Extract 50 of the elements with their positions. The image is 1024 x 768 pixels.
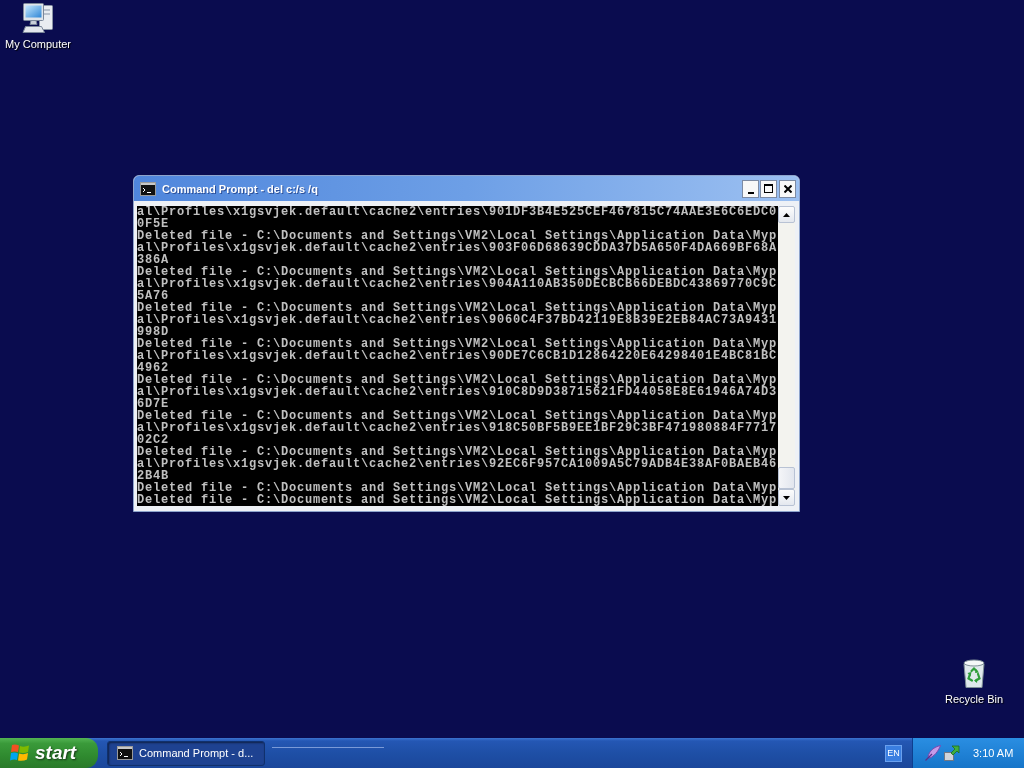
- close-icon: [783, 184, 792, 193]
- console-line: Deleted file - C:\Documents and Settings\VM2\Local Settings\Application Data\Myp: [137, 446, 778, 458]
- console-line: al\Profiles\x1gsvjek.default\cache2\entries\901DF3B4E525CEF467815C74AAE3E6C6EDC0: [137, 206, 778, 218]
- minimize-button[interactable]: [742, 179, 759, 198]
- console-line: Deleted file - C:\Documents and Settings\VM2\Local Settings\Application Data\Myp: [137, 494, 778, 506]
- window-icon: [140, 181, 156, 196]
- console-line: 386A: [137, 254, 169, 266]
- maximize-icon: [764, 184, 773, 193]
- feather-icon[interactable]: [925, 745, 941, 761]
- console-line: al\Profiles\x1gsvjek.default\cache2\entries\90DE7C6CB1D12864220E64298401E4BC81BC: [137, 350, 778, 362]
- console-line: al\Profiles\x1gsvjek.default\cache2\entries\918C50BF5B9EE1BF29C3BF471980884F7717: [137, 422, 778, 434]
- triangle-up-icon: [783, 212, 790, 217]
- clock: 3:10 AM: [973, 747, 1014, 759]
- close-button[interactable]: [779, 179, 796, 198]
- console-line: al\Profiles\x1gsvjek.default\cache2\entries\903F06D68639CDDA37D5A650F4DA669BF68A: [137, 242, 778, 254]
- scrollbar-thumb[interactable]: [778, 467, 795, 489]
- start-button[interactable]: start: [0, 738, 98, 768]
- minimize-icon: [747, 191, 754, 194]
- device-arrow-icon[interactable]: [944, 745, 960, 761]
- console-line: 5A76: [137, 290, 169, 302]
- console-line: al\Profiles\x1gsvjek.default\cache2\entries\92EC6F957CA1009A5C79ADB4E38AF0BAEB46: [137, 458, 778, 470]
- language-button[interactable]: EN: [885, 744, 902, 762]
- taskbar-button[interactable]: Command Prompt - d...: [107, 740, 265, 766]
- scrollbar[interactable]: [778, 206, 795, 506]
- desktop-icon-label[interactable]: Recycle Bin: [944, 693, 1004, 706]
- triangle-down-icon: [783, 495, 790, 500]
- console-line: 6D7E: [137, 398, 169, 410]
- console-line: 0F5E: [137, 218, 169, 230]
- scroll-down-button[interactable]: [778, 489, 795, 506]
- console-line: 02C2: [137, 434, 169, 446]
- flag-icon: [10, 744, 30, 762]
- console-line: Deleted file - C:\Documents and Settings\VM2\Local Settings\Application Data\Myp: [137, 302, 778, 314]
- maximize-button[interactable]: [760, 179, 777, 198]
- console-line: 4962: [137, 362, 169, 374]
- console-line: al\Profiles\x1gsvjek.default\cache2\entries\904A110AB350DECBCB66DEBDC43869770C9C: [137, 278, 778, 290]
- scroll-up-button[interactable]: [778, 206, 795, 223]
- console-line: 998D: [137, 326, 169, 338]
- console-line: Deleted file - C:\Documents and Settings\VM2\Local Settings\Application Data\Myp: [137, 338, 778, 350]
- console-icon: [117, 746, 133, 760]
- desktop-icon-label[interactable]: My Computer: [5, 38, 71, 51]
- console-line: al\Profiles\x1gsvjek.default\cache2\entries\9060C4F37BD42119E8B39E2EB84AC73A9431: [137, 314, 778, 326]
- console-line: Deleted file - C:\Documents and Settings\VM2\Local Settings\Application Data\Myp: [137, 230, 778, 242]
- console-line: Deleted file - C:\Documents and Settings\VM2\Local Settings\Application Data\Myp: [137, 482, 778, 494]
- window-title: Command Prompt - del c:/s /q: [162, 182, 318, 195]
- console-line: Deleted file - C:\Documents and Settings\VM2\Local Settings\Application Data\Myp: [137, 374, 778, 386]
- console-line: Deleted file - C:\Documents and Settings\VM2\Local Settings\Application Data\Myp: [137, 410, 778, 422]
- console-line: Deleted file - C:\Documents and Settings\VM2\Local Settings\Application Data\Myp: [137, 266, 778, 278]
- console-line: 2B4B: [137, 470, 169, 482]
- computer-icon[interactable]: [22, 2, 54, 34]
- console-line: al\Profiles\x1gsvjek.default\cache2\entries\910C8D9D38715621FD44058E8E61946A74D3: [137, 386, 778, 398]
